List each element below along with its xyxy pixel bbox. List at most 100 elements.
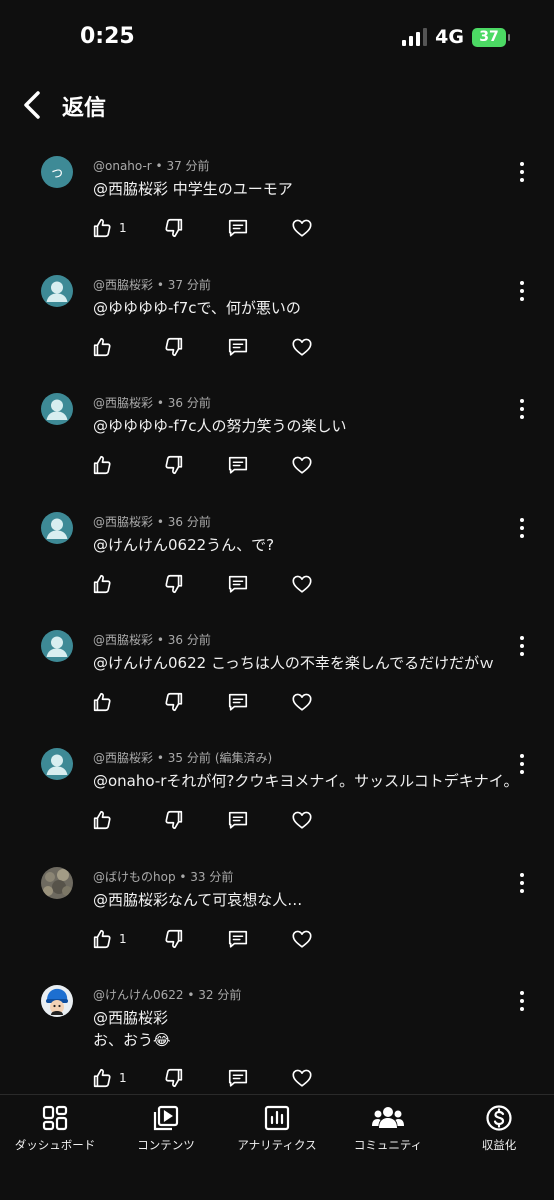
- heart-button[interactable]: [291, 336, 313, 358]
- comment-meta: @けんけん0622 • 32 分前: [93, 986, 241, 1003]
- heart-button[interactable]: [291, 691, 313, 713]
- reply-button[interactable]: [227, 1067, 249, 1089]
- comment-actions: [91, 809, 313, 831]
- avatar[interactable]: [41, 393, 73, 425]
- heart-button[interactable]: [291, 573, 313, 595]
- like-button[interactable]: [91, 928, 113, 950]
- comment-line: @ゆゆゆゆ-f7c人の努力笑うの楽しい: [93, 417, 347, 435]
- comment-author[interactable]: @西脇桜彩: [93, 515, 153, 529]
- comment-line: @けんけん0622うん、で?: [93, 536, 275, 554]
- heart-button[interactable]: [291, 1067, 313, 1089]
- comment-item: @西脇桜彩 • 35 分前 (編集済み) @onaho-rそれが何?クウキヨメナイ。…: [0, 732, 554, 851]
- network-type: 4G: [435, 26, 464, 48]
- more-options-icon[interactable]: [512, 279, 532, 303]
- comment-author[interactable]: @onaho-r: [93, 159, 152, 173]
- battery-icon: 37: [472, 27, 510, 47]
- comment-text: @西脇桜彩 中学生のユーモア: [93, 178, 293, 200]
- nav-label: コンテンツ: [137, 1138, 195, 1152]
- comment-text: @ゆゆゆゆ-f7cで、何が悪いの: [93, 297, 301, 319]
- dislike-button[interactable]: [163, 809, 185, 831]
- heart-button[interactable]: [291, 454, 313, 476]
- like-button[interactable]: [91, 691, 113, 713]
- comment-icon: [228, 219, 248, 237]
- like-button[interactable]: [91, 336, 113, 358]
- like-button[interactable]: [91, 573, 113, 595]
- reply-button[interactable]: [227, 336, 249, 358]
- reply-button[interactable]: [227, 928, 249, 950]
- nav-monetization[interactable]: 収益化: [444, 1103, 554, 1153]
- avatar[interactable]: っ: [41, 156, 73, 188]
- battery-level: 37: [479, 29, 499, 45]
- nav-analytics[interactable]: アナリティクス: [222, 1103, 332, 1153]
- back-arrow-icon: [24, 91, 40, 119]
- heart-icon: [292, 338, 312, 356]
- avatar-letter: っ: [50, 165, 64, 181]
- more-options-icon[interactable]: [512, 516, 532, 540]
- comment-time: 33 分前: [190, 870, 234, 884]
- comment-author[interactable]: @ばけものhop: [93, 870, 176, 884]
- comment-actions: 1: [91, 928, 313, 950]
- comment-author[interactable]: @西脇桜彩: [93, 396, 153, 410]
- signal-icon: [402, 28, 428, 46]
- like-count: 1: [119, 221, 127, 235]
- comment-time: 35 分前: [167, 751, 211, 765]
- avatar[interactable]: [41, 512, 73, 544]
- comment-actions: 1: [91, 1067, 313, 1089]
- reply-button[interactable]: [227, 691, 249, 713]
- like-group: 1: [91, 1067, 163, 1089]
- avatar[interactable]: [41, 630, 73, 662]
- heart-button[interactable]: [291, 809, 313, 831]
- more-options-icon[interactable]: [512, 989, 532, 1013]
- comment-text: @けんけん0622 こっちは人の不幸を楽しんでるだけだがｗ: [93, 652, 494, 674]
- avatar[interactable]: [41, 985, 73, 1017]
- more-options-icon[interactable]: [512, 871, 532, 895]
- heart-icon: [292, 219, 312, 237]
- nav-dashboard[interactable]: ダッシュボード: [0, 1103, 110, 1153]
- dislike-button[interactable]: [163, 691, 185, 713]
- dislike-button[interactable]: [163, 454, 185, 476]
- heart-button[interactable]: [291, 928, 313, 950]
- thumbs-up-icon: [93, 810, 111, 830]
- heart-icon: [292, 1069, 312, 1087]
- like-button[interactable]: [91, 1067, 113, 1089]
- comment-time: 37 分前: [166, 159, 210, 173]
- nav-label: アナリティクス: [237, 1138, 317, 1152]
- avatar[interactable]: [41, 748, 73, 780]
- heart-button[interactable]: [291, 217, 313, 239]
- dislike-button[interactable]: [163, 928, 185, 950]
- comment-author[interactable]: @西脇桜彩: [93, 278, 153, 292]
- like-button[interactable]: [91, 809, 113, 831]
- default-avatar-icon: [46, 518, 68, 539]
- back-button[interactable]: [14, 85, 50, 125]
- comment-actions: [91, 573, 313, 595]
- like-button[interactable]: [91, 454, 113, 476]
- reply-button[interactable]: [227, 573, 249, 595]
- dislike-button[interactable]: [163, 336, 185, 358]
- meta-separator: •: [153, 396, 168, 410]
- like-button[interactable]: [91, 217, 113, 239]
- comment-author[interactable]: @西脇桜彩: [93, 751, 153, 765]
- dislike-button[interactable]: [163, 1067, 185, 1089]
- comment-text: @ゆゆゆゆ-f7c人の努力笑うの楽しい: [93, 415, 347, 437]
- avatar[interactable]: [41, 867, 73, 899]
- comment-time: 37 分前: [167, 278, 211, 292]
- comment-actions: 1: [91, 217, 313, 239]
- reply-button[interactable]: [227, 809, 249, 831]
- comment-author[interactable]: @けんけん0622: [93, 988, 184, 1002]
- comment-item: っ @onaho-r • 37 分前 @西脇桜彩 中学生のユーモア 1: [0, 140, 554, 259]
- dislike-button[interactable]: [163, 573, 185, 595]
- status-indicators: 4G 37: [402, 26, 510, 48]
- more-options-icon[interactable]: [512, 160, 532, 184]
- comment-line: @ゆゆゆゆ-f7cで、何が悪いの: [93, 299, 301, 317]
- nav-content[interactable]: コンテンツ: [111, 1103, 221, 1153]
- more-options-icon[interactable]: [512, 634, 532, 658]
- reply-button[interactable]: [227, 454, 249, 476]
- more-options-icon[interactable]: [512, 397, 532, 421]
- comment-author[interactable]: @西脇桜彩: [93, 633, 153, 647]
- nav-community[interactable]: コミュニティ: [333, 1103, 443, 1153]
- reply-button[interactable]: [227, 217, 249, 239]
- avatar[interactable]: [41, 275, 73, 307]
- comment-meta: @西脇桜彩 • 37 分前: [93, 276, 211, 293]
- dislike-button[interactable]: [163, 217, 185, 239]
- more-options-icon[interactable]: [512, 752, 532, 776]
